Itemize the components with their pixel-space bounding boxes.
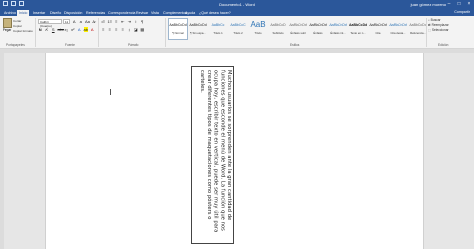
ribbon-tabs: Archivo Inicio Insertar Diseño Disposici… xyxy=(0,9,474,16)
group-label-editing: Edición xyxy=(438,43,449,47)
align-right-icon[interactable]: ≡ xyxy=(114,27,119,32)
multilevel-list-icon[interactable]: ≡ xyxy=(114,19,119,24)
font-name-input[interactable]: Calibri (Cuerpo) xyxy=(38,19,62,28)
paste-label: Pegar xyxy=(2,28,12,32)
title-bar: Documento1 - Word juan gómez moreno – □ … xyxy=(0,0,474,9)
style-referencia-sutil[interactable]: AaBbCcDd Referencia... xyxy=(408,18,428,40)
font-size-controls: A a Aa A̷ xyxy=(72,19,96,24)
group-separator xyxy=(426,18,427,47)
text-cursor xyxy=(110,89,111,95)
font-format-row: N K S abc x₂ x² A ab A xyxy=(38,27,95,32)
style-enfasis[interactable]: AaBbCcDd Énfasis xyxy=(308,18,328,40)
font-size-input[interactable]: 11 xyxy=(63,19,70,24)
numbering-icon[interactable]: 1≡ xyxy=(108,19,113,24)
user-name[interactable]: juan gómez moreno xyxy=(411,2,446,7)
align-left-icon[interactable]: ≡ xyxy=(101,27,106,32)
style-subtitulo[interactable]: AaBbCcD Subtítulo xyxy=(268,18,288,40)
text-box-content[interactable]: Muchos usuarios se sorprenden ante la gr… xyxy=(192,67,233,243)
share-button[interactable]: Compartir xyxy=(454,10,470,14)
ribbon: Pegar Cortar Copiar Copiar formato Porta… xyxy=(0,16,474,49)
group-label-styles: Estilos xyxy=(290,43,300,47)
group-label-clipboard: Portapapeles xyxy=(6,43,25,47)
decrease-indent-icon[interactable]: ⇤ xyxy=(121,19,126,24)
group-label-paragraph: Párrafo xyxy=(128,43,139,47)
style-sin-espaciado[interactable]: AaBbCcDd ¶ Sin espa... xyxy=(188,18,208,40)
bold-icon[interactable]: N xyxy=(38,27,43,32)
style-texto-en-negrita[interactable]: AaBbCcDd Texto en n... xyxy=(348,18,368,40)
maximize-icon[interactable]: □ xyxy=(456,1,462,7)
close-icon[interactable]: × xyxy=(466,1,472,7)
sort-icon[interactable]: ↕ xyxy=(134,19,139,24)
show-marks-icon[interactable]: ¶ xyxy=(140,19,145,24)
text-effects-icon[interactable]: A xyxy=(77,27,82,32)
editing-group: ⌕ Buscar ⇄ Reemplazar ⬚ Seleccionar xyxy=(428,18,449,33)
group-separator xyxy=(98,18,99,47)
line-spacing-icon[interactable]: ↨ xyxy=(127,27,132,32)
justify-icon[interactable]: ≡ xyxy=(121,27,126,32)
style-titulo[interactable]: AaB Título xyxy=(248,18,268,40)
group-separator xyxy=(35,18,36,47)
paste-button[interactable]: Pegar xyxy=(2,18,12,36)
borders-icon[interactable]: ▦ xyxy=(140,27,145,32)
document-page[interactable]: Muchos usuarios se sorprenden ante la gr… xyxy=(45,53,424,249)
highlight-icon[interactable]: ab xyxy=(83,27,88,32)
style-normal[interactable]: AaBbCcDd ¶ Normal xyxy=(168,18,188,40)
bullets-icon[interactable]: •≡ xyxy=(101,19,106,24)
style-enfasis-intenso[interactable]: AaBbCcDd Énfasis int... xyxy=(328,18,348,40)
paragraph-row-2: ≡ ≡ ≡ ≡ ↨ ◪ ▦ xyxy=(101,27,145,32)
style-titulo-1[interactable]: AaBbCc Título 1 xyxy=(208,18,228,40)
vertical-ruler[interactable] xyxy=(0,53,4,249)
style-cita[interactable]: AaBbCcDd Cita xyxy=(368,18,388,40)
select-button[interactable]: ⬚ Seleccionar xyxy=(428,28,449,33)
increase-indent-icon[interactable]: ⇥ xyxy=(127,19,132,24)
window-controls: – □ × xyxy=(446,1,472,7)
styles-gallery: AaBbCcDd ¶ Normal AaBbCcDd ¶ Sin espa... A… xyxy=(168,18,428,40)
underline-icon[interactable]: S xyxy=(51,27,56,32)
minimize-icon[interactable]: – xyxy=(446,1,452,7)
shading-icon[interactable]: ◪ xyxy=(134,27,139,32)
paragraph-row-1: •≡ 1≡ ≡ ⇤ ⇥ ↕ ¶ xyxy=(101,19,145,24)
window-title: Documento1 - Word xyxy=(219,2,255,7)
grow-font-icon[interactable]: A xyxy=(72,19,77,24)
group-separator xyxy=(165,18,166,47)
vertical-text-box[interactable]: Muchos usuarios se sorprenden ante la gr… xyxy=(191,66,234,244)
style-cita-destacada[interactable]: AaBbCcDd Cita desta... xyxy=(388,18,408,40)
font-color-icon[interactable]: A xyxy=(90,27,95,32)
shrink-font-icon[interactable]: a xyxy=(79,19,84,24)
superscript-icon[interactable]: x² xyxy=(71,27,76,32)
change-case-icon[interactable]: Aa xyxy=(85,19,90,24)
clipboard-icon xyxy=(2,18,12,28)
format-painter-button[interactable]: Copiar formato xyxy=(13,29,33,34)
group-label-font: Fuente xyxy=(65,43,75,47)
style-enfasis-sutil[interactable]: AaBbCcDd Énfasis sutil xyxy=(288,18,308,40)
subscript-icon[interactable]: x₂ xyxy=(64,27,69,32)
strikethrough-icon[interactable]: abc xyxy=(58,27,64,32)
align-center-icon[interactable]: ≡ xyxy=(108,27,113,32)
clear-format-icon[interactable]: A̷ xyxy=(92,19,97,24)
italic-icon[interactable]: K xyxy=(45,27,50,32)
style-titulo-2[interactable]: AaBbCcC Título 2 xyxy=(228,18,248,40)
clipboard-actions: Cortar Copiar Copiar formato xyxy=(13,19,33,34)
